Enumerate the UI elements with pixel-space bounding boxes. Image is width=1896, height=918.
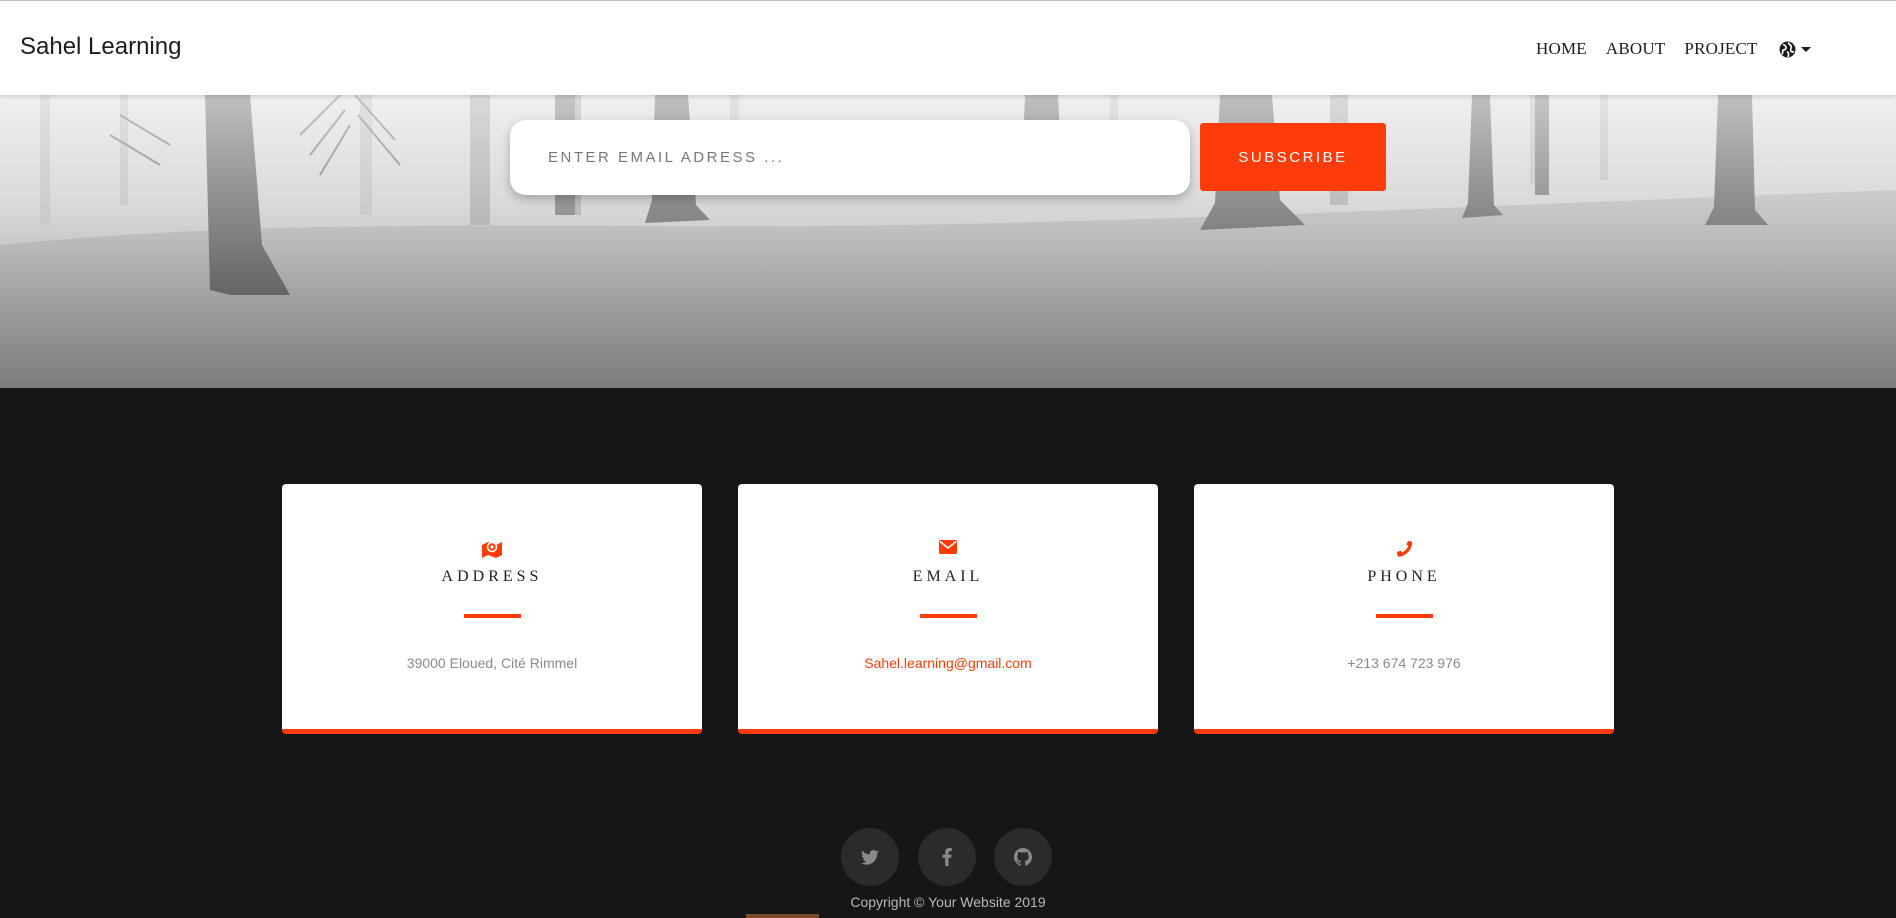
email-card: EMAIL Sahel.learning@gmail.com [738,484,1158,734]
email-link[interactable]: Sahel.learning@gmail.com [738,655,1158,671]
nav-home[interactable]: HOME [1536,39,1587,59]
map-marker-icon [482,541,502,558]
facebook-link[interactable] [918,828,976,886]
phone-text: +213 674 723 976 [1347,655,1461,671]
top-navbar: Sahel Learning HOME ABOUT PROJECT [0,0,1896,95]
github-link[interactable] [994,828,1052,886]
twitter-link[interactable] [841,828,899,886]
language-dropdown[interactable] [1779,41,1811,58]
address-text: 39000 Eloued, Cité Rimmel [406,655,578,671]
nav-project[interactable]: PROJECT [1684,39,1757,59]
divider [464,614,521,618]
address-card: ADDRESS 39000 Eloued, Cité Rimmel [282,484,702,734]
phone-title: PHONE [1367,568,1441,585]
subscribe-button[interactable]: SUBSCRIBE [1200,123,1386,191]
email-title: EMAIL [912,568,984,585]
nav-about[interactable]: ABOUT [1606,39,1666,59]
address-title: ADDRESS [441,568,543,585]
divider [920,614,977,618]
github-icon [1014,848,1032,866]
divider [1376,614,1433,618]
twitter-icon [861,849,879,865]
phone-icon [1397,541,1413,557]
envelope-icon [939,540,957,554]
copyright-text: Copyright © Your Website 2019 [850,894,1046,910]
hero-banner: SUBSCRIBE [0,95,1896,388]
email-input[interactable] [510,120,1190,195]
main-nav: HOME ABOUT PROJECT [1536,39,1811,59]
facebook-icon [942,848,952,866]
footer-accent-bar [746,914,819,918]
phone-card: PHONE +213 674 723 976 [1194,484,1614,734]
chevron-down-icon [1800,46,1811,52]
globe-icon [1779,41,1796,57]
brand-title[interactable]: Sahel Learning [20,33,181,61]
